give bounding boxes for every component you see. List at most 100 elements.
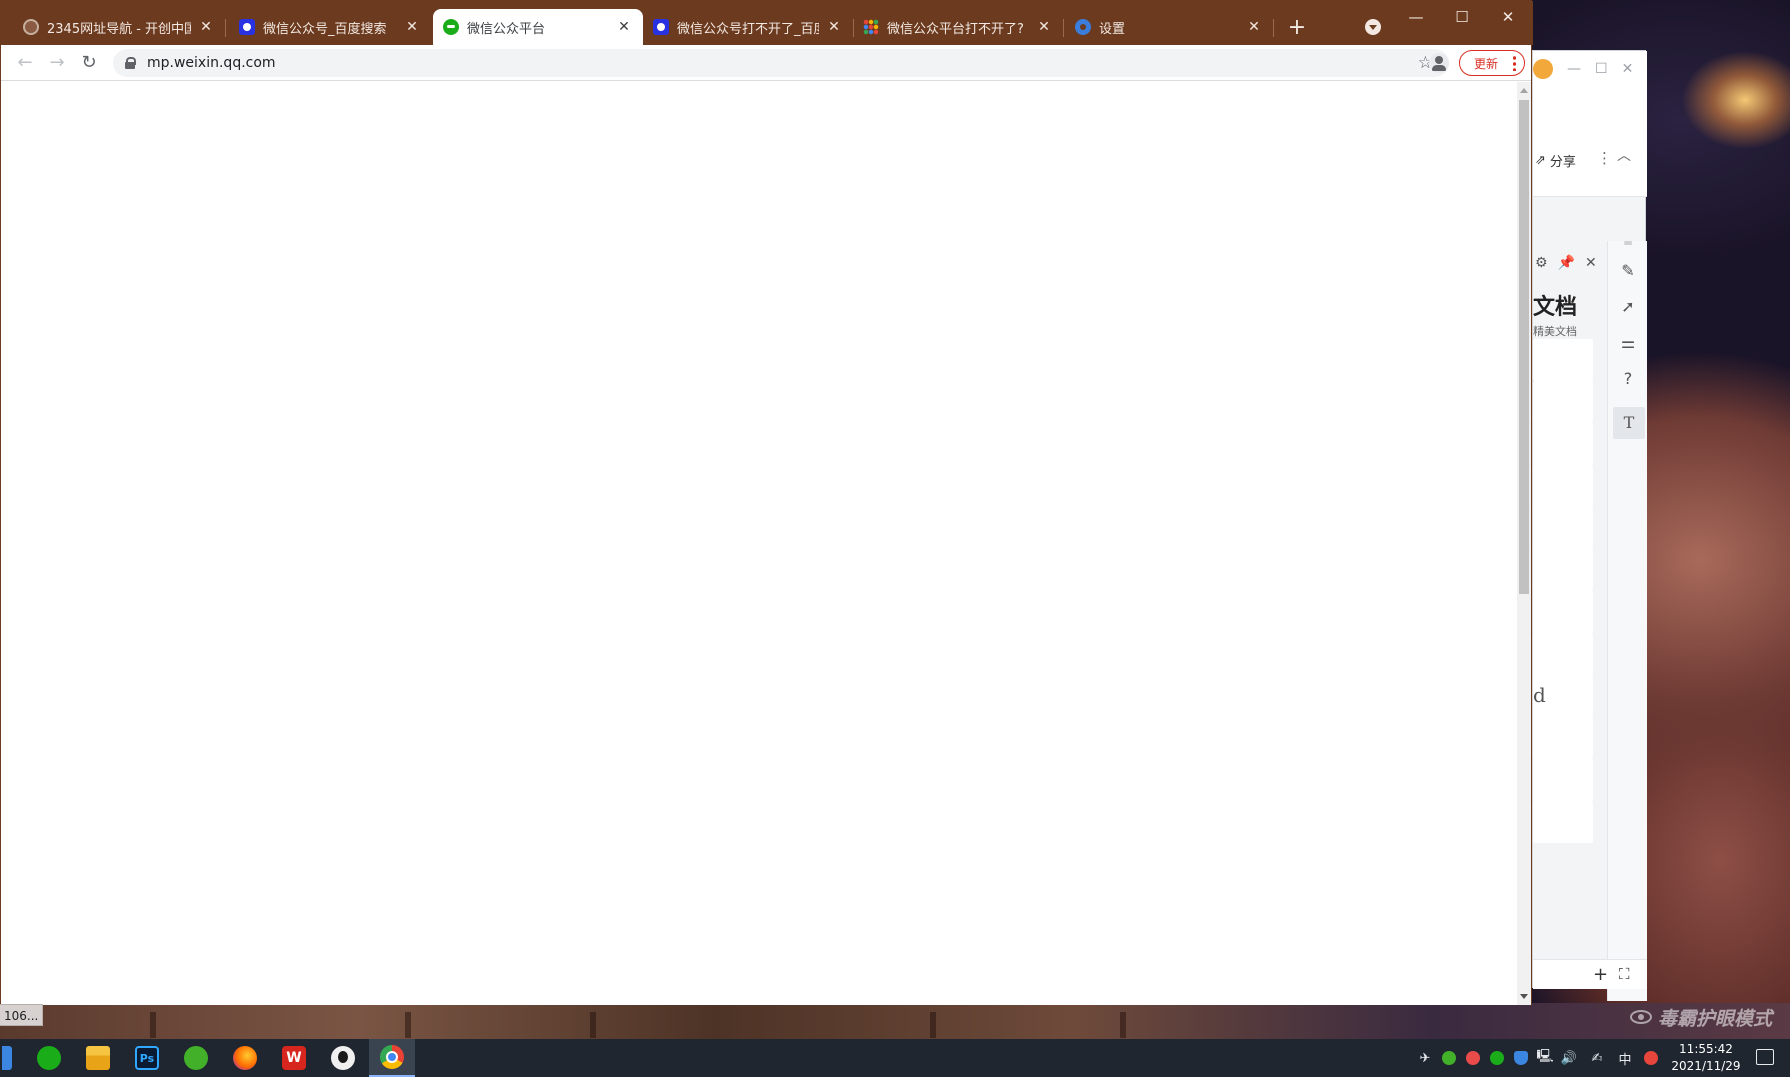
page-content-blank[interactable] — [1, 82, 1517, 1005]
template-card[interactable] — [1533, 801, 1593, 843]
tray-360-icon[interactable] — [1440, 1049, 1458, 1067]
reload-button[interactable]: ↻ — [77, 51, 101, 75]
update-button[interactable]: 更新 — [1459, 50, 1525, 76]
panel-title: 文档 — [1533, 295, 1578, 320]
360-browser-icon — [184, 1046, 208, 1070]
close-button[interactable]: ✕ — [1485, 1, 1531, 33]
tab-baidu-search[interactable]: 微信公众号_百度搜索 ✕ — [225, 9, 431, 45]
tab-2345[interactable]: 2345网址导航 - 开创中国百 ✕ — [1, 9, 225, 45]
template-card[interactable] — [1533, 591, 1593, 633]
taskbar-360-browser[interactable] — [173, 1039, 219, 1077]
close-icon[interactable]: ✕ — [1585, 255, 1597, 271]
pin-icon[interactable]: 📌 — [1558, 255, 1575, 271]
close-icon[interactable]: ✕ — [615, 18, 633, 36]
scroll-up-icon[interactable] — [1520, 88, 1528, 93]
scroll-down-icon[interactable] — [1520, 994, 1528, 999]
template-card[interactable] — [1533, 759, 1593, 801]
firefox-icon — [233, 1046, 257, 1070]
template-card[interactable] — [1533, 507, 1593, 549]
collapse-icon[interactable]: ︿ — [1617, 145, 1631, 165]
gear-icon[interactable]: ⚙ — [1535, 255, 1548, 271]
lock-icon[interactable] — [125, 57, 136, 69]
panel-header-icons: ⚙ 📌 ✕ — [1535, 255, 1597, 271]
qq-icon — [331, 1046, 355, 1070]
tray-wechat-icon[interactable] — [1488, 1049, 1506, 1067]
tray-pen-icon[interactable]: ✍ — [1588, 1049, 1606, 1067]
add-icon[interactable]: + — [1593, 964, 1608, 985]
tab-settings[interactable]: 设置 ✕ — [1063, 9, 1273, 45]
panel-subtitle: 精美文档 — [1533, 325, 1577, 338]
tray-sogou-icon[interactable] — [1642, 1049, 1660, 1067]
eye-icon — [1630, 1010, 1652, 1024]
eye-protection-watermark: 毒霸护眼模式 — [1630, 1003, 1772, 1031]
address-bar[interactable]: mp.weixin.qq.com ☆ — [113, 49, 1449, 77]
back-button[interactable]: ← — [13, 51, 37, 75]
new-tab-button[interactable]: + — [1283, 15, 1311, 43]
tray-qq-icon[interactable] — [1464, 1049, 1482, 1067]
pen-icon[interactable]: ✎ — [1618, 261, 1638, 281]
taskbar-wps[interactable]: W — [271, 1039, 317, 1077]
template-card[interactable] — [1533, 423, 1593, 465]
user-avatar[interactable] — [1533, 59, 1553, 79]
template-card[interactable] — [1533, 549, 1593, 591]
chrome-icon — [380, 1045, 404, 1069]
template-card[interactable] — [1533, 633, 1593, 675]
tab-baidu-cant-open[interactable]: 微信公众号打不开了_百度搜 ✕ — [643, 9, 853, 45]
template-card[interactable] — [1533, 339, 1593, 381]
tray-ime-indicator[interactable]: 中 — [1616, 1049, 1634, 1068]
tab-separator — [1273, 19, 1274, 37]
help-icon[interactable]: ? — [1618, 369, 1638, 389]
tray-volume-icon[interactable]: 🔊 — [1560, 1049, 1578, 1067]
wps-window[interactable]: — ☐ ✕ ⇗ 分享 ⋮ ︿ ⚙ 📌 ✕ 文档 精美文档 宋 d ═ ✎ ➚ ⚌… — [1532, 50, 1647, 1001]
tab-search-icon[interactable] — [1365, 19, 1381, 35]
start-icon — [2, 1046, 12, 1070]
taskbar-wechat[interactable] — [26, 1039, 72, 1077]
tab-title: 微信公众平台 — [467, 21, 546, 37]
fullscreen-icon[interactable]: ⛶ — [1619, 965, 1630, 983]
taskbar-qq[interactable] — [320, 1039, 366, 1077]
start-button[interactable] — [0, 1039, 14, 1077]
close-icon[interactable]: ✕ — [825, 18, 843, 36]
maximize-icon[interactable]: ☐ — [1595, 61, 1608, 77]
drag-handle-icon[interactable]: ═ — [1618, 233, 1638, 253]
tray-shield-icon[interactable] — [1512, 1049, 1530, 1067]
close-icon[interactable]: ✕ — [1035, 18, 1053, 36]
tray-network-tools-icon[interactable]: ✈ — [1416, 1049, 1434, 1067]
taskbar-firefox[interactable] — [222, 1039, 268, 1077]
close-icon[interactable]: ✕ — [403, 18, 421, 36]
photoshop-icon: Ps — [135, 1046, 159, 1070]
tray-network-icon[interactable]: 🖳 — [1536, 1049, 1554, 1067]
close-icon[interactable]: ✕ — [1622, 61, 1634, 77]
more-icon[interactable]: ⋮ — [1597, 149, 1612, 167]
tab-wechat-question[interactable]: 微信公众平台打不开了? | ✕ — [853, 9, 1063, 45]
taskbar-chrome[interactable] — [369, 1039, 415, 1077]
taskbar-clock[interactable]: 11:55:42 2021/11/29 — [1664, 1041, 1748, 1075]
tab-title: 设置 — [1099, 21, 1126, 37]
wps-right-toolbar: ═ ✎ ➚ ⚌ ? T ••• — [1607, 236, 1647, 1001]
wallpaper-stair-post — [930, 1012, 936, 1038]
cursor-icon[interactable]: ➚ — [1618, 297, 1638, 317]
notification-center-icon[interactable] — [1756, 1049, 1774, 1065]
close-icon[interactable]: ✕ — [1245, 18, 1263, 36]
template-card[interactable]: d — [1533, 675, 1593, 717]
template-card[interactable] — [1533, 717, 1593, 759]
vertical-scrollbar[interactable] — [1517, 82, 1531, 1005]
close-icon[interactable]: ✕ — [197, 18, 215, 36]
tab-wechat-platform[interactable]: 微信公众平台 ✕ — [433, 9, 643, 45]
taskbar-file-explorer[interactable] — [75, 1039, 121, 1077]
profile-avatar-icon[interactable] — [1429, 53, 1449, 73]
scrollbar-thumb[interactable] — [1519, 100, 1529, 594]
url-text[interactable]: mp.weixin.qq.com — [147, 55, 276, 71]
share-icon: ⇗ — [1535, 153, 1546, 168]
maximize-button[interactable]: ☐ — [1439, 1, 1485, 33]
share-label: 分享 — [1549, 155, 1576, 170]
taskbar-photoshop[interactable]: Ps — [124, 1039, 170, 1077]
minimize-icon[interactable]: — — [1567, 61, 1581, 77]
minimize-button[interactable]: — — [1393, 1, 1439, 33]
template-card[interactable] — [1533, 381, 1593, 423]
share-button[interactable]: ⇗ 分享 — [1535, 151, 1576, 170]
template-card[interactable] — [1533, 465, 1593, 507]
sliders-icon[interactable]: ⚌ — [1618, 333, 1638, 353]
text-style-icon[interactable]: T — [1613, 407, 1645, 439]
forward-button[interactable]: → — [45, 51, 69, 75]
